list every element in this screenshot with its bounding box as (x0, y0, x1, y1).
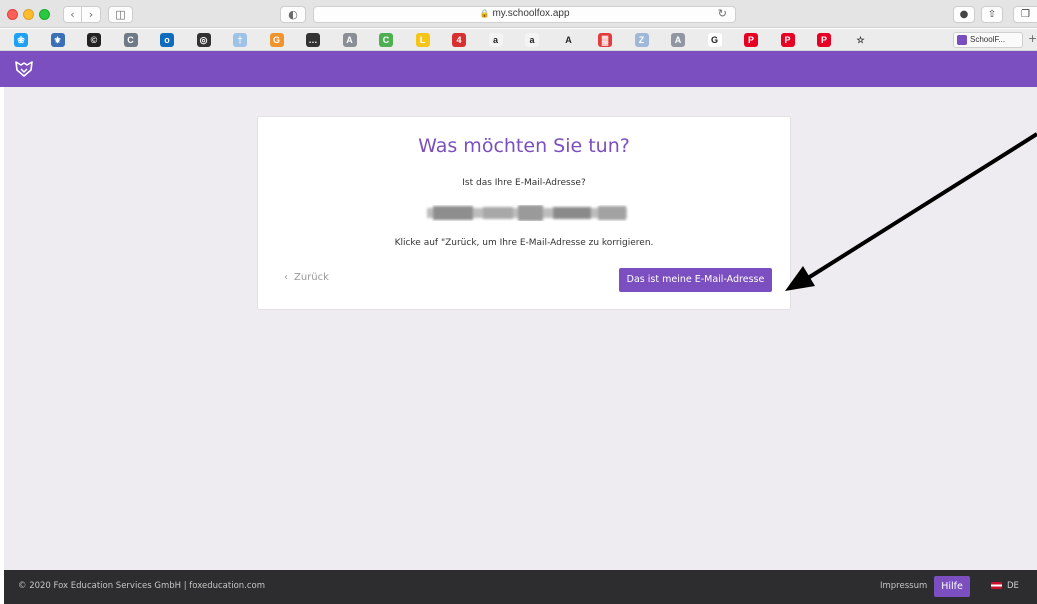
pinterest2-icon[interactable]: P (780, 33, 795, 47)
a-box-icon[interactable]: A (671, 33, 685, 47)
downloads-icon[interactable]: ● (953, 6, 975, 23)
browser-back-button[interactable]: ‹ (63, 6, 82, 23)
back-button-label: Zurück (294, 272, 329, 283)
schoolfox-favicon-icon (957, 34, 967, 45)
c-green-icon[interactable]: C (379, 33, 393, 47)
star-icon[interactable]: ☆ (853, 33, 868, 47)
impressum-link[interactable]: Impressum (880, 581, 927, 591)
sidebar-toggle-icon[interactable]: ◫ (108, 6, 133, 23)
confirm-email-card: Was möchten Sie tun? Ist das Ihre E-Mail… (257, 116, 791, 310)
share-icon[interactable]: ⇧ (981, 6, 1003, 23)
chevron-left-icon: ‹ (284, 272, 288, 283)
address-text: my.schoolfox.app (492, 8, 570, 19)
fullscreen-window-icon[interactable] (39, 9, 50, 20)
c-icon[interactable]: C (123, 33, 138, 47)
bottle-icon[interactable]: † (233, 33, 247, 47)
cc-icon[interactable]: © (87, 33, 101, 47)
browser-forward-button[interactable]: › (82, 6, 101, 23)
g-orange-icon[interactable]: G (269, 33, 284, 47)
address-bar[interactable]: 🔒 my.schoolfox.app ↻ (313, 6, 736, 23)
confirm-email-button[interactable]: Das ist meine E-Mail-Adresse (619, 268, 772, 292)
amazon-icon[interactable]: a (488, 33, 503, 47)
flag-red-icon[interactable]: 4 (452, 33, 466, 47)
footer-copyright: © 2020 Fox Education Services GmbH | fox… (18, 581, 266, 591)
favorites-bar: SchoolF... + ❀ ⚜ © Co ◎ † G … A C L 4 a a A ▓ Z A G P P P ☆ (0, 29, 1037, 51)
fav-blue-icon[interactable]: ⚜ (50, 33, 65, 47)
lidl-icon[interactable]: L (415, 33, 430, 47)
tabs-overview-icon[interactable]: ❐ (1013, 6, 1037, 23)
minimize-window-icon[interactable] (23, 9, 34, 20)
privacy-shield-icon[interactable]: ◐ (280, 6, 306, 23)
app-header (0, 51, 1037, 87)
schoolfox-logo-icon[interactable] (14, 59, 34, 79)
grid-red-icon[interactable]: ▓ (598, 33, 612, 47)
back-button[interactable]: ‹ Zurück (284, 272, 329, 283)
browser-toolbar: ‹ › ◫ ◐ 🔒 my.schoolfox.app ↻ ● ⇧ ❐ (0, 0, 1037, 28)
instagram-icon[interactable]: ◎ (196, 33, 211, 47)
redacted-email (427, 205, 627, 221)
favorites-tab-schoolfox[interactable]: SchoolF... (953, 32, 1023, 48)
twitter-icon[interactable]: ❀ (14, 33, 28, 47)
language-label: DE (1007, 581, 1019, 591)
app-footer: © 2020 Fox Education Services GmbH | fox… (4, 570, 1037, 604)
help-button[interactable]: Hilfe (934, 576, 970, 597)
close-window-icon[interactable] (7, 9, 18, 20)
favorites-tab-label: SchoolF... (970, 35, 1006, 44)
new-tab-plus-icon[interactable]: + (1028, 32, 1037, 45)
page-content: Was möchten Sie tun? Ist das Ihre E-Mail… (4, 87, 1037, 570)
reload-icon[interactable]: ↻ (718, 7, 727, 20)
flag-austria-icon (991, 582, 1002, 589)
language-selector[interactable]: DE (991, 581, 1019, 591)
card-title: Was möchten Sie tun? (418, 135, 630, 157)
amazon2-icon[interactable]: a (525, 33, 539, 47)
lock-icon: 🔒 (479, 9, 490, 18)
a-serif-icon[interactable]: A (561, 33, 576, 47)
outlook-icon[interactable]: o (160, 33, 174, 47)
pinterest-icon[interactable]: P (744, 33, 758, 47)
x-icon[interactable]: Z (634, 33, 649, 47)
email-question: Ist das Ihre E-Mail-Adresse? (462, 178, 586, 188)
a-gray-icon[interactable]: A (342, 33, 357, 47)
dots-icon[interactable]: … (306, 33, 320, 47)
pinterest3-icon[interactable]: P (817, 33, 831, 47)
google-icon[interactable]: G (707, 33, 722, 47)
browser-window: ‹ › ◫ ◐ 🔒 my.schoolfox.app ↻ ● ⇧ ❐ School… (0, 0, 1037, 604)
correction-hint: Klicke auf "Zurück, um Ihre E-Mail-Adres… (394, 238, 654, 248)
